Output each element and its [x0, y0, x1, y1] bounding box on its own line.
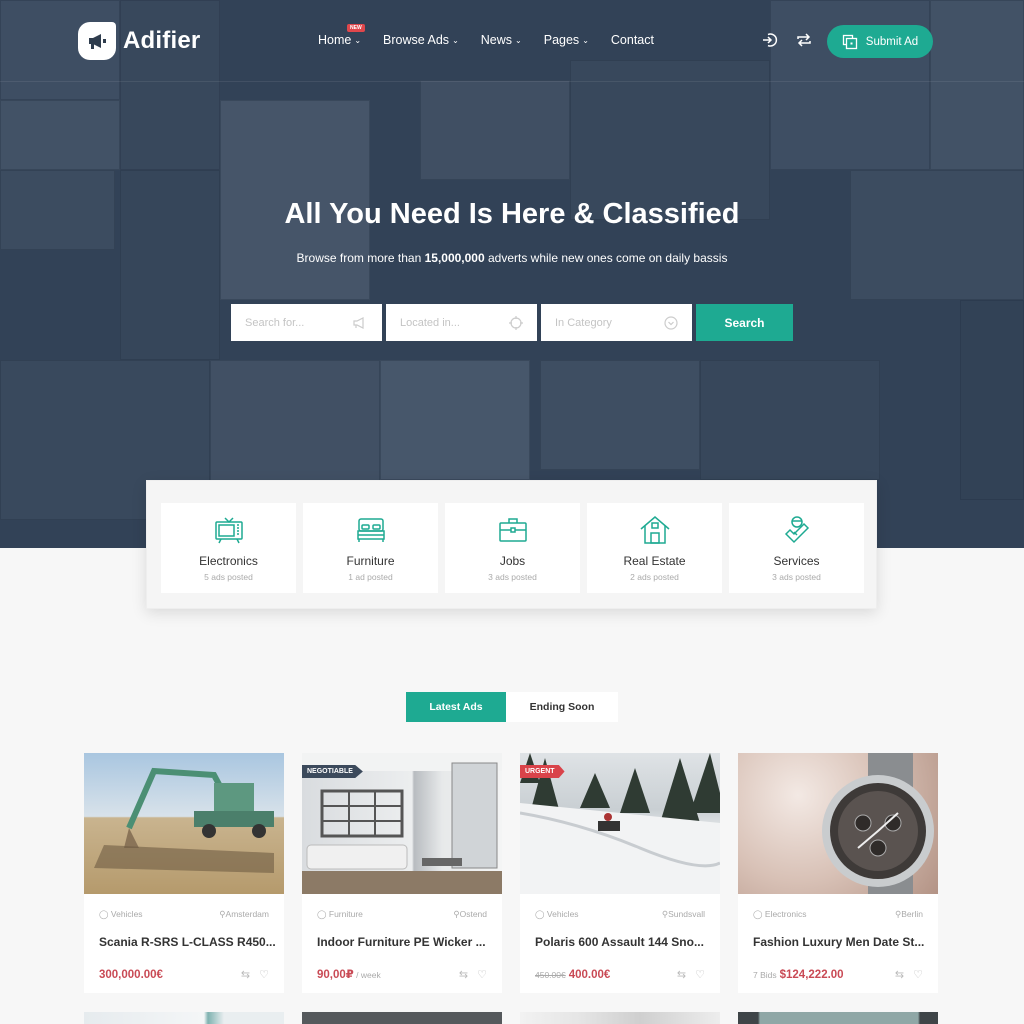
heart-icon[interactable]: ♡: [695, 968, 705, 981]
keyword-field[interactable]: [231, 304, 382, 341]
heart-icon[interactable]: ♡: [259, 968, 269, 981]
megaphone-icon: [78, 22, 116, 60]
ads-grid: ◯ Vehicles ⚲Amsterdam Scania R-SRS L-CLA…: [84, 753, 938, 993]
tab-latest-ads[interactable]: Latest Ads: [406, 692, 506, 722]
compare-icon[interactable]: ⇆: [895, 968, 904, 981]
ad-title[interactable]: Scania R-SRS L-CLASS R450...: [84, 935, 284, 949]
category-icon: ◯: [99, 909, 109, 919]
menu-item-contact[interactable]: Contact: [611, 33, 654, 47]
category-input[interactable]: [555, 316, 655, 329]
services-icon: [781, 514, 813, 546]
compare-icon[interactable]: ⇆: [241, 968, 250, 981]
megaphone-icon: [353, 316, 364, 329]
logo[interactable]: Adifier: [78, 22, 200, 60]
tab-ending-soon[interactable]: Ending Soon: [506, 692, 618, 722]
category-select[interactable]: [541, 304, 692, 341]
logo-text: Adifier: [123, 27, 201, 54]
ad-card-partial[interactable]: [84, 1012, 284, 1024]
location-target-icon: [509, 315, 523, 330]
location-input[interactable]: [400, 316, 500, 329]
ad-price: 90,00₽ / week: [317, 969, 381, 981]
main-menu: Home ⌄ NEW Browse Ads ⌄ News ⌄ Pages ⌄ Conta…: [318, 24, 676, 47]
ad-card-partial[interactable]: [738, 1012, 938, 1024]
category-icon: ◯: [753, 909, 763, 919]
bed-icon: [355, 514, 387, 546]
menu-item-news[interactable]: News ⌄: [481, 33, 522, 47]
heart-icon[interactable]: ♡: [477, 968, 487, 981]
ad-title[interactable]: Fashion Luxury Men Date St...: [738, 935, 938, 949]
ad-category[interactable]: ◯ Furniture: [317, 909, 363, 920]
ad-category[interactable]: ◯ Vehicles: [99, 909, 143, 920]
ads-grid-row-2: [84, 1012, 938, 1024]
ad-image-excavator[interactable]: [84, 753, 284, 894]
hero-subtitle: Browse from more than 15,000,000 adverts…: [296, 251, 728, 265]
menu-item-browse-ads[interactable]: Browse Ads ⌄: [383, 33, 459, 47]
submit-ad-button[interactable]: Submit Ad: [827, 25, 933, 58]
menu-item-home[interactable]: Home ⌄ NEW: [318, 24, 365, 47]
category-jobs[interactable]: Jobs 3 ads posted: [445, 503, 580, 593]
category-icon: ◯: [535, 909, 545, 919]
chevron-down-icon: ⌄: [452, 35, 459, 45]
category-real-estate[interactable]: Real Estate 2 ads posted: [587, 503, 722, 593]
menu-item-pages[interactable]: Pages ⌄: [544, 33, 589, 47]
compare-icon[interactable]: ⇆: [677, 968, 686, 981]
chevron-down-icon: ⌄: [582, 35, 589, 45]
ad-card[interactable]: NEGOTIABLE ◯ Furniture ⚲Ostend Indoor Fu…: [302, 753, 502, 993]
ad-image-watch[interactable]: [738, 753, 938, 894]
category-electronics[interactable]: Electronics 5 ads posted: [161, 503, 296, 593]
chevron-down-icon: ⌄: [515, 35, 522, 45]
ad-location: ⚲Berlin: [895, 909, 923, 919]
ad-title[interactable]: Polaris 600 Assault 144 Sno...: [520, 935, 720, 949]
ad-title[interactable]: Indoor Furniture PE Wicker ...: [302, 935, 502, 949]
keyword-input[interactable]: [245, 316, 345, 329]
compare-icon[interactable]: ⇆: [459, 968, 468, 981]
ad-price: 7 Bids $124,222.00: [753, 969, 844, 981]
ad-ribbon-negotiable: NEGOTIABLE: [302, 765, 363, 778]
hero-title: All You Need Is Here & Classified: [284, 198, 740, 230]
chevron-circle-icon: [664, 315, 678, 330]
login-icon[interactable]: [760, 30, 780, 50]
ad-bids: 7 Bids: [753, 970, 777, 980]
compare-icon[interactable]: [794, 30, 814, 50]
search-form: Search: [231, 304, 793, 341]
category-services[interactable]: Services 3 ads posted: [729, 503, 864, 593]
tv-icon: [213, 514, 245, 546]
ad-old-price: 450.00€: [535, 970, 566, 980]
ad-image-snowmobile[interactable]: URGENT: [520, 753, 720, 894]
ad-card[interactable]: ◯ Vehicles ⚲Amsterdam Scania R-SRS L-CLA…: [84, 753, 284, 993]
location-field[interactable]: [386, 304, 537, 341]
house-icon: [639, 514, 671, 546]
search-button[interactable]: Search: [696, 304, 793, 341]
category-icon: ◯: [317, 909, 327, 919]
ad-card-partial[interactable]: [520, 1012, 720, 1024]
categories-panel: Electronics 5 ads posted Furniture 1 ad …: [146, 480, 877, 609]
submit-ad-icon: [842, 34, 857, 49]
ad-category[interactable]: ◯ Electronics: [753, 909, 806, 920]
briefcase-icon: [497, 514, 529, 546]
heart-icon[interactable]: ♡: [913, 968, 923, 981]
chevron-down-icon: ⌄: [354, 35, 362, 45]
ad-card[interactable]: ◯ Electronics ⚲Berlin Fashion Luxury Men…: [738, 753, 938, 993]
ad-card[interactable]: URGENT ◯ Vehicles ⚲Sundsvall Polaris 600…: [520, 753, 720, 993]
ad-location: ⚲Sundsvall: [661, 909, 705, 919]
ad-image-living-room[interactable]: NEGOTIABLE: [302, 753, 502, 894]
ad-ribbon-urgent: URGENT: [520, 765, 565, 778]
ad-card-partial[interactable]: [302, 1012, 502, 1024]
new-badge: NEW: [347, 24, 365, 32]
category-furniture[interactable]: Furniture 1 ad posted: [303, 503, 438, 593]
ad-price: 300,000.00€: [99, 969, 163, 981]
ads-tabs: Latest Ads Ending Soon: [406, 692, 618, 722]
ad-location: ⚲Ostend: [453, 909, 487, 919]
ad-category[interactable]: ◯ Vehicles: [535, 909, 579, 920]
ad-location: ⚲Amsterdam: [219, 909, 269, 919]
top-navbar: Adifier Home ⌄ NEW Browse Ads ⌄ News ⌄ Page…: [0, 0, 1024, 82]
hero-section: Adifier Home ⌄ NEW Browse Ads ⌄ News ⌄ Page…: [0, 0, 1024, 548]
advert-count: 15,000,000: [424, 251, 485, 265]
ad-price: 450.00€ 400.00€: [535, 969, 611, 981]
